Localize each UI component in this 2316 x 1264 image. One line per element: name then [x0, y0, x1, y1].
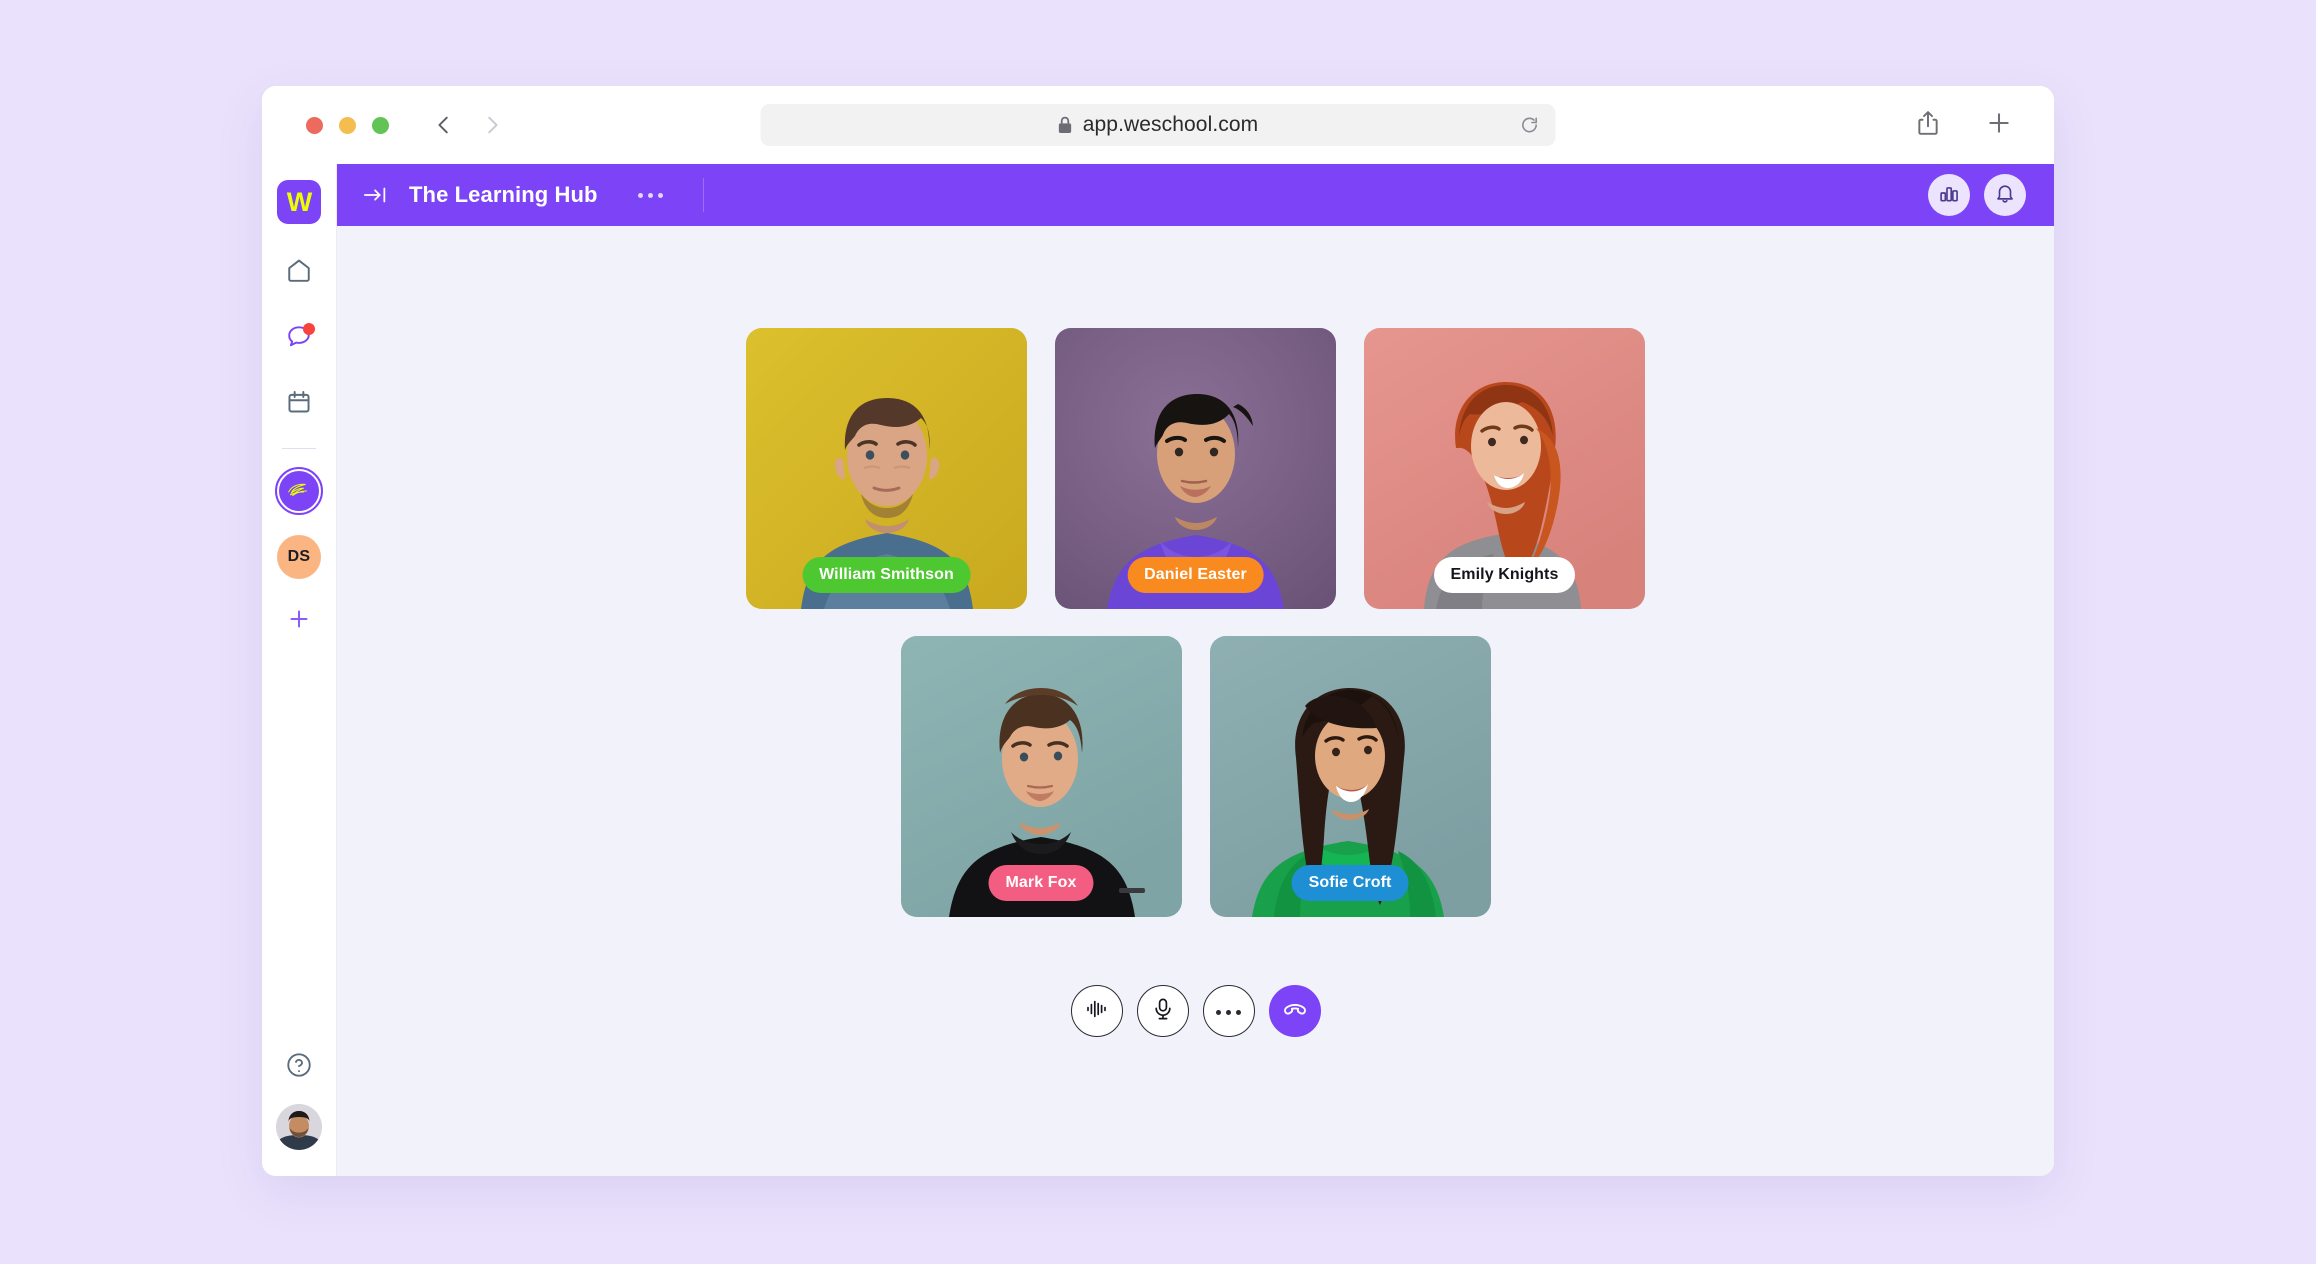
call-controls [1070, 985, 1321, 1037]
help-circle-icon[interactable] [285, 1051, 313, 1084]
header-actions [1928, 174, 2026, 216]
analytics-button[interactable] [1928, 174, 1970, 216]
sidebar-item-ds-group[interactable]: DS [277, 535, 321, 579]
more-options-button[interactable] [1202, 985, 1255, 1037]
user-profile-avatar[interactable] [276, 1104, 322, 1150]
ds-initials: DS [287, 548, 311, 565]
video-call-stage: William Smithson Daniel Easter Emily Kni… [337, 226, 2054, 1176]
application-root: W DS The Learning Hub William Smithson D… [262, 164, 2054, 1176]
forward-arrow-icon [481, 114, 503, 136]
ellipsis-icon [1214, 1002, 1244, 1020]
sidebar-item-learning-hub[interactable] [275, 467, 323, 515]
sidebar-item-home[interactable] [277, 250, 321, 294]
participant-tile[interactable]: Mark Fox [900, 636, 1182, 917]
window-controls [306, 116, 389, 134]
microphone-button[interactable] [1136, 985, 1189, 1037]
analytics-bar-chart-icon [1938, 182, 1960, 209]
navigation-arrows [433, 114, 503, 136]
participant-row-bottom: Mark Fox Sofie Croft [900, 636, 1491, 917]
address-bar[interactable]: app.weschool.com [760, 104, 1556, 146]
participant-name-badge: Daniel Easter [1127, 557, 1264, 593]
plus-icon [287, 607, 311, 636]
reload-icon[interactable] [1520, 115, 1540, 135]
address-bar-wrapper: app.weschool.com [760, 104, 1556, 146]
microphone-icon [1152, 997, 1174, 1026]
home-icon [286, 257, 312, 288]
notification-bell-icon [1994, 182, 2016, 209]
header-more-options-button[interactable] [637, 192, 663, 198]
group-avatar [275, 467, 323, 515]
sidebar-item-chat[interactable] [277, 316, 321, 360]
participant-tile[interactable]: William Smithson [746, 328, 1027, 609]
main-content: The Learning Hub William Smithson Daniel… [337, 164, 2054, 1176]
participant-name-badge: Sofie Croft [1291, 865, 1409, 901]
participant-name-badge: Mark Fox [988, 865, 1094, 901]
sidebar-divider [282, 448, 316, 449]
logo-letter: W [286, 186, 313, 217]
minimize-window-button[interactable] [339, 116, 356, 134]
new-tab-plus-icon[interactable] [1986, 110, 2012, 141]
lock-icon [1058, 116, 1073, 134]
participant-name-badge: William Smithson [802, 557, 971, 593]
back-arrow-icon[interactable] [433, 114, 455, 136]
chrome-right-actions [1916, 110, 2022, 141]
add-group-button[interactable] [279, 601, 319, 641]
header-divider [702, 178, 704, 212]
browser-window: app.weschool.com W DS The Learning Hub W… [262, 86, 2054, 1176]
left-sidebar: W DS [262, 164, 337, 1176]
participant-tile[interactable]: Daniel Easter [1055, 328, 1336, 609]
maximize-window-button[interactable] [372, 116, 389, 134]
notifications-button[interactable] [1984, 174, 2026, 216]
end-call-button[interactable] [1268, 985, 1321, 1037]
chat-unread-badge [303, 323, 315, 335]
url-text: app.weschool.com [1082, 113, 1259, 136]
collapse-sidebar-icon[interactable] [363, 185, 389, 205]
participant-row-top: William Smithson Daniel Easter Emily Kni… [746, 328, 1645, 609]
calendar-icon [286, 389, 312, 420]
audio-levels-button[interactable] [1070, 985, 1123, 1037]
participant-tile[interactable]: Emily Knights [1364, 328, 1645, 609]
hangup-phone-icon [1282, 996, 1308, 1027]
weschool-logo[interactable]: W [277, 180, 321, 224]
share-icon[interactable] [1916, 110, 1940, 141]
page-title: The Learning Hub [409, 182, 598, 207]
app-header: The Learning Hub [337, 164, 2054, 226]
participant-tile[interactable]: Sofie Croft [1209, 636, 1491, 917]
sidebar-nav-list [277, 250, 321, 426]
waveform-icon [1085, 999, 1109, 1024]
sidebar-item-calendar[interactable] [277, 382, 321, 426]
sidebar-footer [276, 1051, 322, 1176]
browser-chrome: app.weschool.com [262, 86, 2054, 164]
close-window-button[interactable] [306, 116, 323, 134]
participant-name-badge: Emily Knights [1433, 557, 1576, 593]
